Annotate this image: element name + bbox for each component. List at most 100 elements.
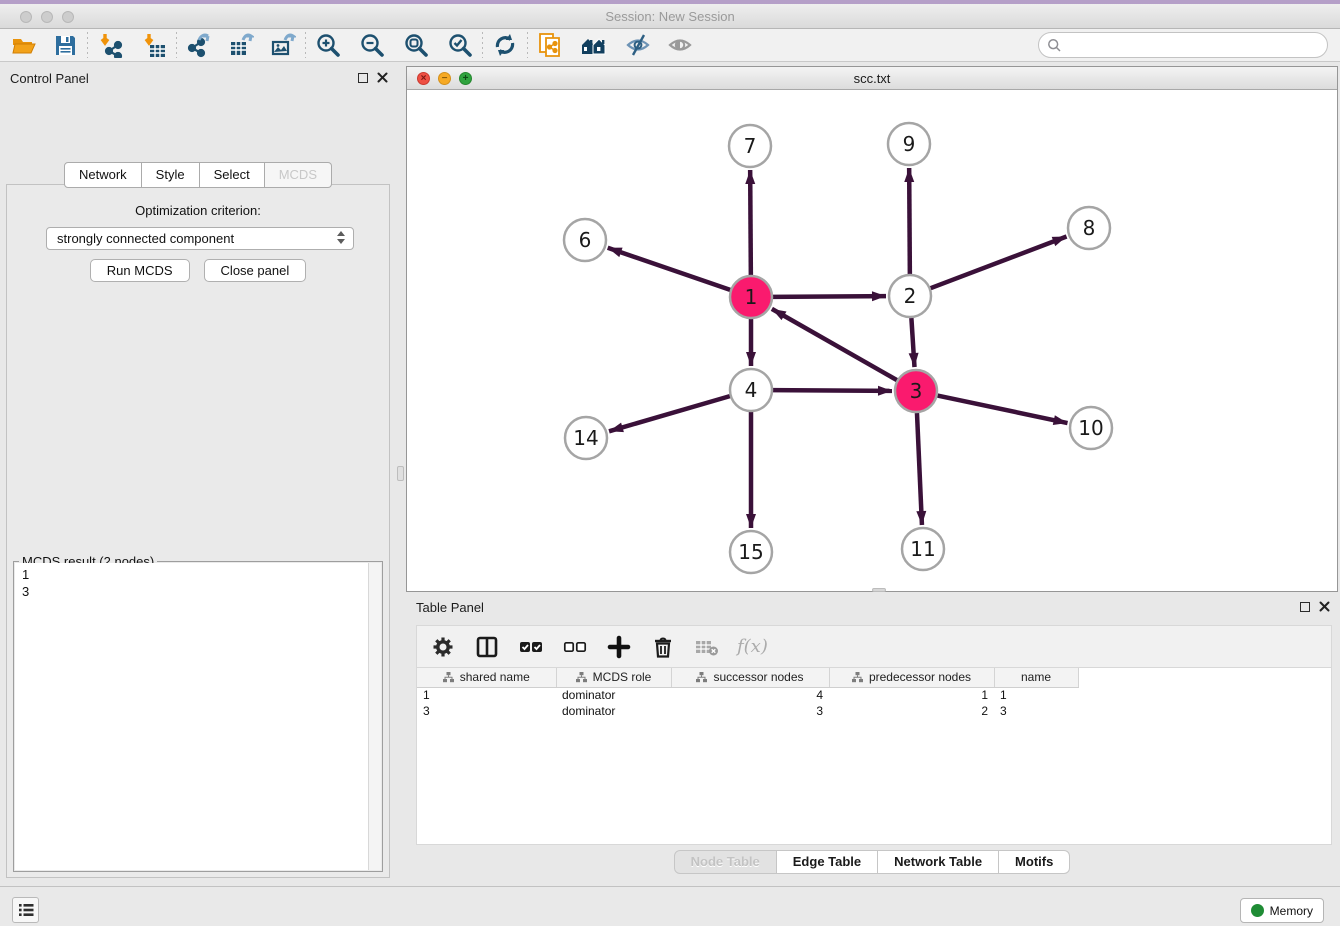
column-header-predecessor-nodes[interactable]: predecessor nodes [829, 668, 994, 687]
hierarchy-icon [576, 672, 587, 683]
tab-style[interactable]: Style [142, 162, 200, 188]
close-table-panel-icon[interactable] [1319, 601, 1330, 612]
show-all-icon[interactable] [665, 31, 695, 59]
graph-node-6[interactable]: 6 [564, 219, 606, 261]
delete-table-icon[interactable] [693, 633, 721, 661]
memory-button[interactable]: Memory [1240, 898, 1324, 923]
show-columns-icon[interactable] [473, 633, 501, 661]
table-row[interactable]: 3dominator323 [417, 703, 1078, 719]
graph-node-3[interactable]: 3 [895, 370, 937, 412]
graph-node-2[interactable]: 2 [889, 275, 931, 317]
tab-select[interactable]: Select [200, 162, 265, 188]
search-input[interactable] [1067, 35, 1327, 55]
hide-selected-icon[interactable] [623, 31, 653, 59]
table-cell[interactable]: 2 [829, 703, 994, 719]
edge-4-3[interactable] [773, 390, 892, 391]
table-cell[interactable]: 3 [417, 703, 556, 719]
table-panel-title: Table Panel [416, 600, 484, 615]
close-panel-icon[interactable] [377, 72, 388, 83]
table-cell[interactable]: 1 [829, 687, 994, 703]
table-cell[interactable]: 3 [994, 703, 1078, 719]
zoom-out-icon[interactable] [357, 31, 387, 59]
edge-3-1[interactable] [772, 309, 897, 380]
network-overview-icon[interactable] [579, 31, 609, 59]
column-header-name[interactable]: name [994, 668, 1078, 687]
panel-splitter-handle[interactable] [397, 466, 404, 481]
add-icon[interactable] [605, 633, 633, 661]
import-network-icon[interactable] [95, 31, 125, 59]
control-panel-title: Control Panel [10, 71, 89, 86]
table-cell[interactable]: 1 [417, 687, 556, 703]
function-builder-icon[interactable]: f(x) [737, 636, 768, 657]
network-resize-handle[interactable] [872, 588, 886, 592]
tab-edge-table[interactable]: Edge Table [777, 850, 878, 874]
tab-motifs[interactable]: Motifs [999, 850, 1070, 874]
export-image-icon[interactable] [268, 31, 298, 59]
column-header-successor-nodes[interactable]: successor nodes [671, 668, 829, 687]
tab-node-table[interactable]: Node Table [674, 850, 777, 874]
delete-icon[interactable] [649, 633, 677, 661]
edge-4-14[interactable] [609, 396, 730, 431]
import-table-icon[interactable] [139, 31, 169, 59]
table-settings-icon[interactable] [429, 633, 457, 661]
graph-node-10[interactable]: 10 [1070, 407, 1112, 449]
network-window-titlebar[interactable]: × − + scc.txt [407, 67, 1337, 90]
table-cell[interactable]: dominator [556, 703, 671, 719]
graph-node-15[interactable]: 15 [730, 531, 772, 573]
edge-3-11[interactable] [917, 413, 922, 525]
graph-node-1[interactable]: 1 [730, 276, 772, 318]
search-box[interactable] [1038, 32, 1328, 58]
node-label-4: 4 [745, 378, 758, 402]
graph-node-9[interactable]: 9 [888, 123, 930, 165]
table-cell[interactable]: dominator [556, 687, 671, 703]
select-all-icon[interactable] [517, 633, 545, 661]
tab-network-table[interactable]: Network Table [878, 850, 999, 874]
table-cell[interactable]: 3 [671, 703, 829, 719]
network-graph[interactable]: 7 9 6 8 1 2 4 3 14 10 15 11 [407, 90, 1337, 591]
column-header-shared-name[interactable]: shared name [417, 668, 556, 687]
result-scrollbar[interactable] [368, 563, 381, 870]
mcds-result-list[interactable]: 13 [15, 563, 368, 870]
edge-1-2[interactable] [773, 296, 886, 297]
control-panel: Control Panel NetworkStyleSelectMCDS Opt… [0, 66, 396, 882]
edge-2-3[interactable] [911, 318, 914, 367]
edge-2-8[interactable] [931, 237, 1067, 289]
criterion-value: strongly connected component [57, 231, 234, 246]
duplicate-network-icon[interactable] [535, 31, 565, 59]
zoom-fit-icon[interactable] [401, 31, 431, 59]
open-session-icon[interactable] [8, 31, 38, 59]
edge-1-7[interactable] [750, 170, 751, 275]
node-label-2: 2 [904, 284, 917, 308]
network-canvas[interactable]: 7 9 6 8 1 2 4 3 14 10 15 11 [407, 90, 1337, 591]
zoom-in-icon[interactable] [313, 31, 343, 59]
optimization-criterion-label: Optimization criterion: [7, 203, 389, 218]
zoom-selected-icon[interactable] [445, 31, 475, 59]
export-table-icon[interactable] [226, 31, 256, 59]
deselect-all-icon[interactable] [561, 633, 589, 661]
tab-mcds[interactable]: MCDS [265, 162, 332, 188]
graph-node-8[interactable]: 8 [1068, 207, 1110, 249]
graph-node-14[interactable]: 14 [565, 417, 607, 459]
table-row[interactable]: 1dominator411 [417, 687, 1078, 703]
float-panel-icon[interactable] [358, 73, 368, 83]
graph-node-11[interactable]: 11 [902, 528, 944, 570]
criterion-select[interactable]: strongly connected component [46, 227, 354, 250]
app-titlebar: Session: New Session [0, 4, 1340, 29]
edge-3-10[interactable] [938, 396, 1068, 423]
table-cell[interactable]: 1 [994, 687, 1078, 703]
float-table-panel-icon[interactable] [1300, 602, 1310, 612]
export-network-icon[interactable] [184, 31, 214, 59]
edge-2-9[interactable] [909, 168, 910, 274]
graph-node-4[interactable]: 4 [730, 369, 772, 411]
task-history-button[interactable] [12, 897, 39, 923]
table-cell[interactable]: 4 [671, 687, 829, 703]
tab-network[interactable]: Network [64, 162, 142, 188]
run-mcds-button[interactable]: Run MCDS [90, 259, 190, 282]
edge-1-6[interactable] [608, 248, 730, 290]
column-header-MCDS-role[interactable]: MCDS role [556, 668, 671, 687]
node-table[interactable]: shared nameMCDS rolesuccessor nodesprede… [416, 668, 1332, 845]
graph-node-7[interactable]: 7 [729, 125, 771, 167]
apply-layout-icon[interactable] [490, 31, 520, 59]
save-session-icon[interactable] [50, 31, 80, 59]
close-panel-button[interactable]: Close panel [204, 259, 307, 282]
